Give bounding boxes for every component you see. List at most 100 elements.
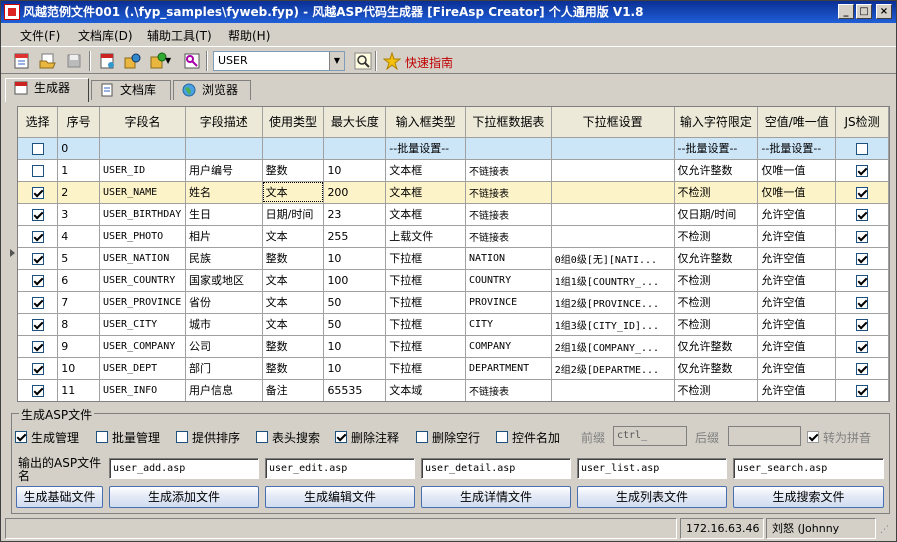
- cell-ddtable[interactable]: COMPANY: [465, 335, 552, 358]
- cell-nullu[interactable]: 仅唯一值: [757, 159, 837, 182]
- column-header[interactable]: 输入框类型: [385, 107, 466, 138]
- js-check-checkbox[interactable]: [835, 379, 889, 401]
- table-row[interactable]: 3 USER_BIRTHDAY 生日 日期/时间 23 文本框 不链接表 仅日期/时间 允许空值: [18, 203, 889, 226]
- cell-ddtable[interactable]: 不链接表: [465, 181, 552, 204]
- opt-remove-comments[interactable]: 删除注释: [335, 429, 399, 446]
- table-row[interactable]: 5 USER_NATION 民族 整数 10 下拉框 NATION 0组0级[无][NATI.…: [18, 247, 889, 270]
- search-file-input[interactable]: user_search.asp: [733, 458, 884, 479]
- generate-add-button[interactable]: 生成添加文件: [109, 486, 259, 508]
- cell-ddset[interactable]: 2组2级[DEPARTME...: [551, 357, 675, 380]
- cell-desc[interactable]: 用户编号: [185, 159, 263, 182]
- dropdown-arrow-icon[interactable]: ▼: [165, 56, 173, 74]
- opt-control-name-affix[interactable]: 控件名加: [496, 429, 560, 446]
- cell-maxlen[interactable]: 10: [323, 159, 387, 182]
- row-select-checkbox[interactable]: [18, 225, 59, 248]
- cell-limit[interactable]: 仅允许整数: [674, 159, 759, 182]
- cell-limit[interactable]: 不检测: [674, 225, 759, 248]
- minimize-button[interactable]: _: [838, 4, 854, 19]
- tab-doclib[interactable]: 文档库: [91, 80, 171, 100]
- opt-remove-blank-lines[interactable]: 删除空行: [416, 429, 480, 446]
- cell-limit[interactable]: 不检测: [674, 269, 759, 292]
- opt-generate-admin[interactable]: 生成管理: [15, 429, 79, 446]
- generate-search-button[interactable]: 生成搜索文件: [733, 486, 884, 508]
- js-check-checkbox[interactable]: [835, 335, 889, 358]
- detail-file-input[interactable]: user_detail.asp: [421, 458, 571, 479]
- cell-maxlen[interactable]: 10: [323, 335, 387, 358]
- menu-help[interactable]: 帮助(H): [228, 27, 270, 44]
- cell-desc[interactable]: 国家或地区: [185, 269, 263, 292]
- js-check-checkbox[interactable]: [835, 225, 889, 248]
- cell-maxlen[interactable]: 65535: [323, 379, 387, 401]
- cell-limit[interactable]: 仅允许整数: [674, 247, 759, 270]
- cell-desc[interactable]: 公司: [185, 335, 263, 358]
- cell-desc[interactable]: 城市: [185, 313, 263, 336]
- cell-ddset[interactable]: 0组0级[无][NATI...: [551, 247, 675, 270]
- cell-limit[interactable]: 不检测: [674, 181, 759, 204]
- cell-desc[interactable]: 相片: [185, 225, 263, 248]
- generate-list-button[interactable]: 生成列表文件: [577, 486, 727, 508]
- checkbox[interactable]: [96, 431, 108, 443]
- menu-tools[interactable]: 辅助工具(T): [147, 27, 212, 44]
- database-icon[interactable]: [98, 52, 116, 70]
- cell-ddset[interactable]: [551, 203, 675, 226]
- cell-maxlen[interactable]: 10: [323, 357, 387, 380]
- opt-batch-admin[interactable]: 批量管理: [96, 429, 160, 446]
- cell-input[interactable]: 文本框: [385, 159, 466, 182]
- cell-field[interactable]: USER_COMPANY: [99, 335, 186, 358]
- column-header[interactable]: 最大长度: [323, 107, 387, 138]
- row-select-checkbox[interactable]: [18, 357, 59, 380]
- chevron-down-icon[interactable]: ▼: [329, 52, 344, 70]
- list-file-input[interactable]: user_list.asp: [577, 458, 727, 479]
- row-select-checkbox[interactable]: [18, 159, 59, 182]
- cell-ddtable[interactable]: 不链接表: [465, 203, 552, 226]
- resize-grip-icon[interactable]: ⋰: [880, 525, 889, 535]
- js-check-checkbox[interactable]: [835, 313, 889, 336]
- edit-file-input[interactable]: user_edit.asp: [265, 458, 415, 479]
- row-select-checkbox[interactable]: [18, 269, 59, 292]
- cell-field[interactable]: USER_PHOTO: [99, 225, 186, 248]
- cell-maxlen[interactable]: 23: [323, 203, 387, 226]
- batch-js-checkbox[interactable]: [835, 137, 889, 160]
- cell-maxlen[interactable]: 100: [323, 269, 387, 292]
- generate-detail-button[interactable]: 生成详情文件: [421, 486, 571, 508]
- prefix-field[interactable]: ctrl_: [613, 426, 687, 446]
- cell-input[interactable]: 下拉框: [385, 247, 466, 270]
- batch-null-unique[interactable]: --批量设置--: [757, 137, 837, 160]
- js-check-checkbox[interactable]: [835, 269, 889, 292]
- row-select-checkbox[interactable]: [18, 181, 59, 204]
- cell-maxlen[interactable]: 50: [323, 291, 387, 314]
- cell-nullu[interactable]: 允许空值: [757, 357, 837, 380]
- cell-field[interactable]: USER_NATION: [99, 247, 186, 270]
- cell-nullu[interactable]: 允许空值: [757, 225, 837, 248]
- batch-select-checkbox[interactable]: [18, 137, 59, 160]
- table-row[interactable]: 7 USER_PROVINCE 省份 文本 50 下拉框 PROVINCE 1组2级[PROV…: [18, 291, 889, 314]
- tab-generator[interactable]: 生成器: [5, 78, 89, 102]
- checkbox[interactable]: [256, 431, 268, 443]
- column-header[interactable]: 空值/唯一值: [757, 107, 837, 138]
- checkbox[interactable]: [15, 431, 27, 443]
- js-check-checkbox[interactable]: [835, 203, 889, 226]
- cell-ddtable[interactable]: 不链接表: [465, 159, 552, 182]
- table-row[interactable]: 8 USER_CITY 城市 文本 50 下拉框 CITY 1组3级[CITY_ID]... 不…: [18, 313, 889, 336]
- js-check-checkbox[interactable]: [835, 247, 889, 270]
- cell-input[interactable]: 上载文件: [385, 225, 466, 248]
- cell-type[interactable]: 整数: [262, 335, 325, 358]
- checkbox[interactable]: [496, 431, 508, 443]
- cell-field[interactable]: USER_INFO: [99, 379, 186, 401]
- cell-input[interactable]: 下拉框: [385, 313, 466, 336]
- checkbox[interactable]: [176, 431, 188, 443]
- row-select-checkbox[interactable]: [18, 291, 59, 314]
- cell-limit[interactable]: 不检测: [674, 313, 759, 336]
- cell-ddset[interactable]: [551, 159, 675, 182]
- cell-desc[interactable]: 生日: [185, 203, 263, 226]
- js-check-checkbox[interactable]: [835, 357, 889, 380]
- cell-maxlen[interactable]: 200: [323, 181, 387, 204]
- star-icon[interactable]: [382, 51, 402, 71]
- cell-ddtable[interactable]: 不链接表: [465, 225, 552, 248]
- menu-doclib[interactable]: 文档库(D): [78, 27, 133, 44]
- tab-browser[interactable]: 浏览器: [173, 80, 251, 100]
- cell-ddset[interactable]: 1组3级[CITY_ID]...: [551, 313, 675, 336]
- cell-input[interactable]: 下拉框: [385, 335, 466, 358]
- maximize-button[interactable]: □: [856, 4, 872, 19]
- column-header[interactable]: 字段名: [99, 107, 186, 138]
